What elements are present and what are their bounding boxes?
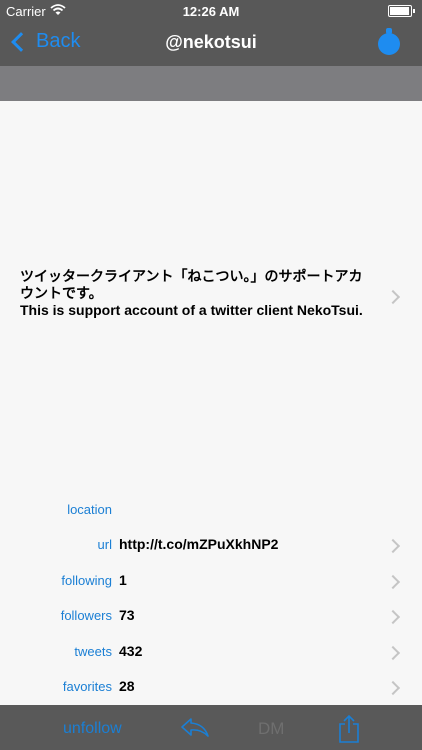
battery-icon — [388, 5, 415, 17]
tweets-value: 432 — [119, 643, 143, 659]
chevron-right-icon — [385, 645, 401, 661]
bio-line: This is support account of a twitter cli… — [20, 302, 363, 318]
dm-button[interactable]: DM — [258, 719, 284, 739]
profile-banner — [0, 66, 422, 101]
chevron-right-icon — [385, 289, 401, 305]
reply-icon[interactable] — [180, 717, 210, 744]
page-title: @nekotsui — [165, 32, 257, 52]
profile-bio[interactable]: ツイッタークライアント「ねこつい。」のサポートアカ ウントです。 This is… — [20, 268, 385, 319]
chevron-right-icon — [385, 574, 401, 590]
url-value: http://t.co/mZPuXkhNP2 — [119, 536, 279, 552]
detail-row-favorites[interactable]: favorites 28 — [0, 670, 422, 705]
bio-line: ウントです。 — [20, 285, 103, 301]
bottom-toolbar: unfollow DM — [0, 705, 422, 750]
tweets-label: tweets — [74, 644, 112, 659]
detail-row-url[interactable]: url http://t.co/mZPuXkhNP2 — [0, 528, 422, 563]
location-label: location — [67, 502, 112, 517]
followers-label: followers — [60, 608, 112, 623]
unfollow-button[interactable]: unfollow — [63, 720, 122, 738]
clock: 12:26 AM — [182, 4, 240, 19]
chevron-right-icon — [385, 538, 401, 554]
share-icon[interactable] — [337, 714, 361, 749]
more-icon[interactable] — [378, 28, 400, 55]
followers-value: 73 — [119, 607, 135, 623]
favorites-value: 28 — [119, 678, 135, 694]
following-label: following — [61, 573, 112, 588]
following-value: 1 — [119, 572, 127, 588]
detail-row-location: location — [0, 493, 422, 528]
chevron-right-icon — [385, 680, 401, 696]
url-label: url — [97, 537, 112, 552]
chevron-right-icon — [385, 609, 401, 625]
status-bar: Carrier 12:26 AM — [0, 0, 422, 22]
bio-line: ツイッタークライアント「ねこつい。」のサポートアカ — [20, 268, 363, 284]
navigation-bar: Back @nekotsui — [0, 22, 422, 66]
detail-row-tweets[interactable]: tweets 432 — [0, 635, 422, 670]
favorites-label: favorites — [62, 679, 112, 694]
detail-row-followers[interactable]: followers 73 — [0, 599, 422, 634]
detail-row-following[interactable]: following 1 — [0, 564, 422, 599]
